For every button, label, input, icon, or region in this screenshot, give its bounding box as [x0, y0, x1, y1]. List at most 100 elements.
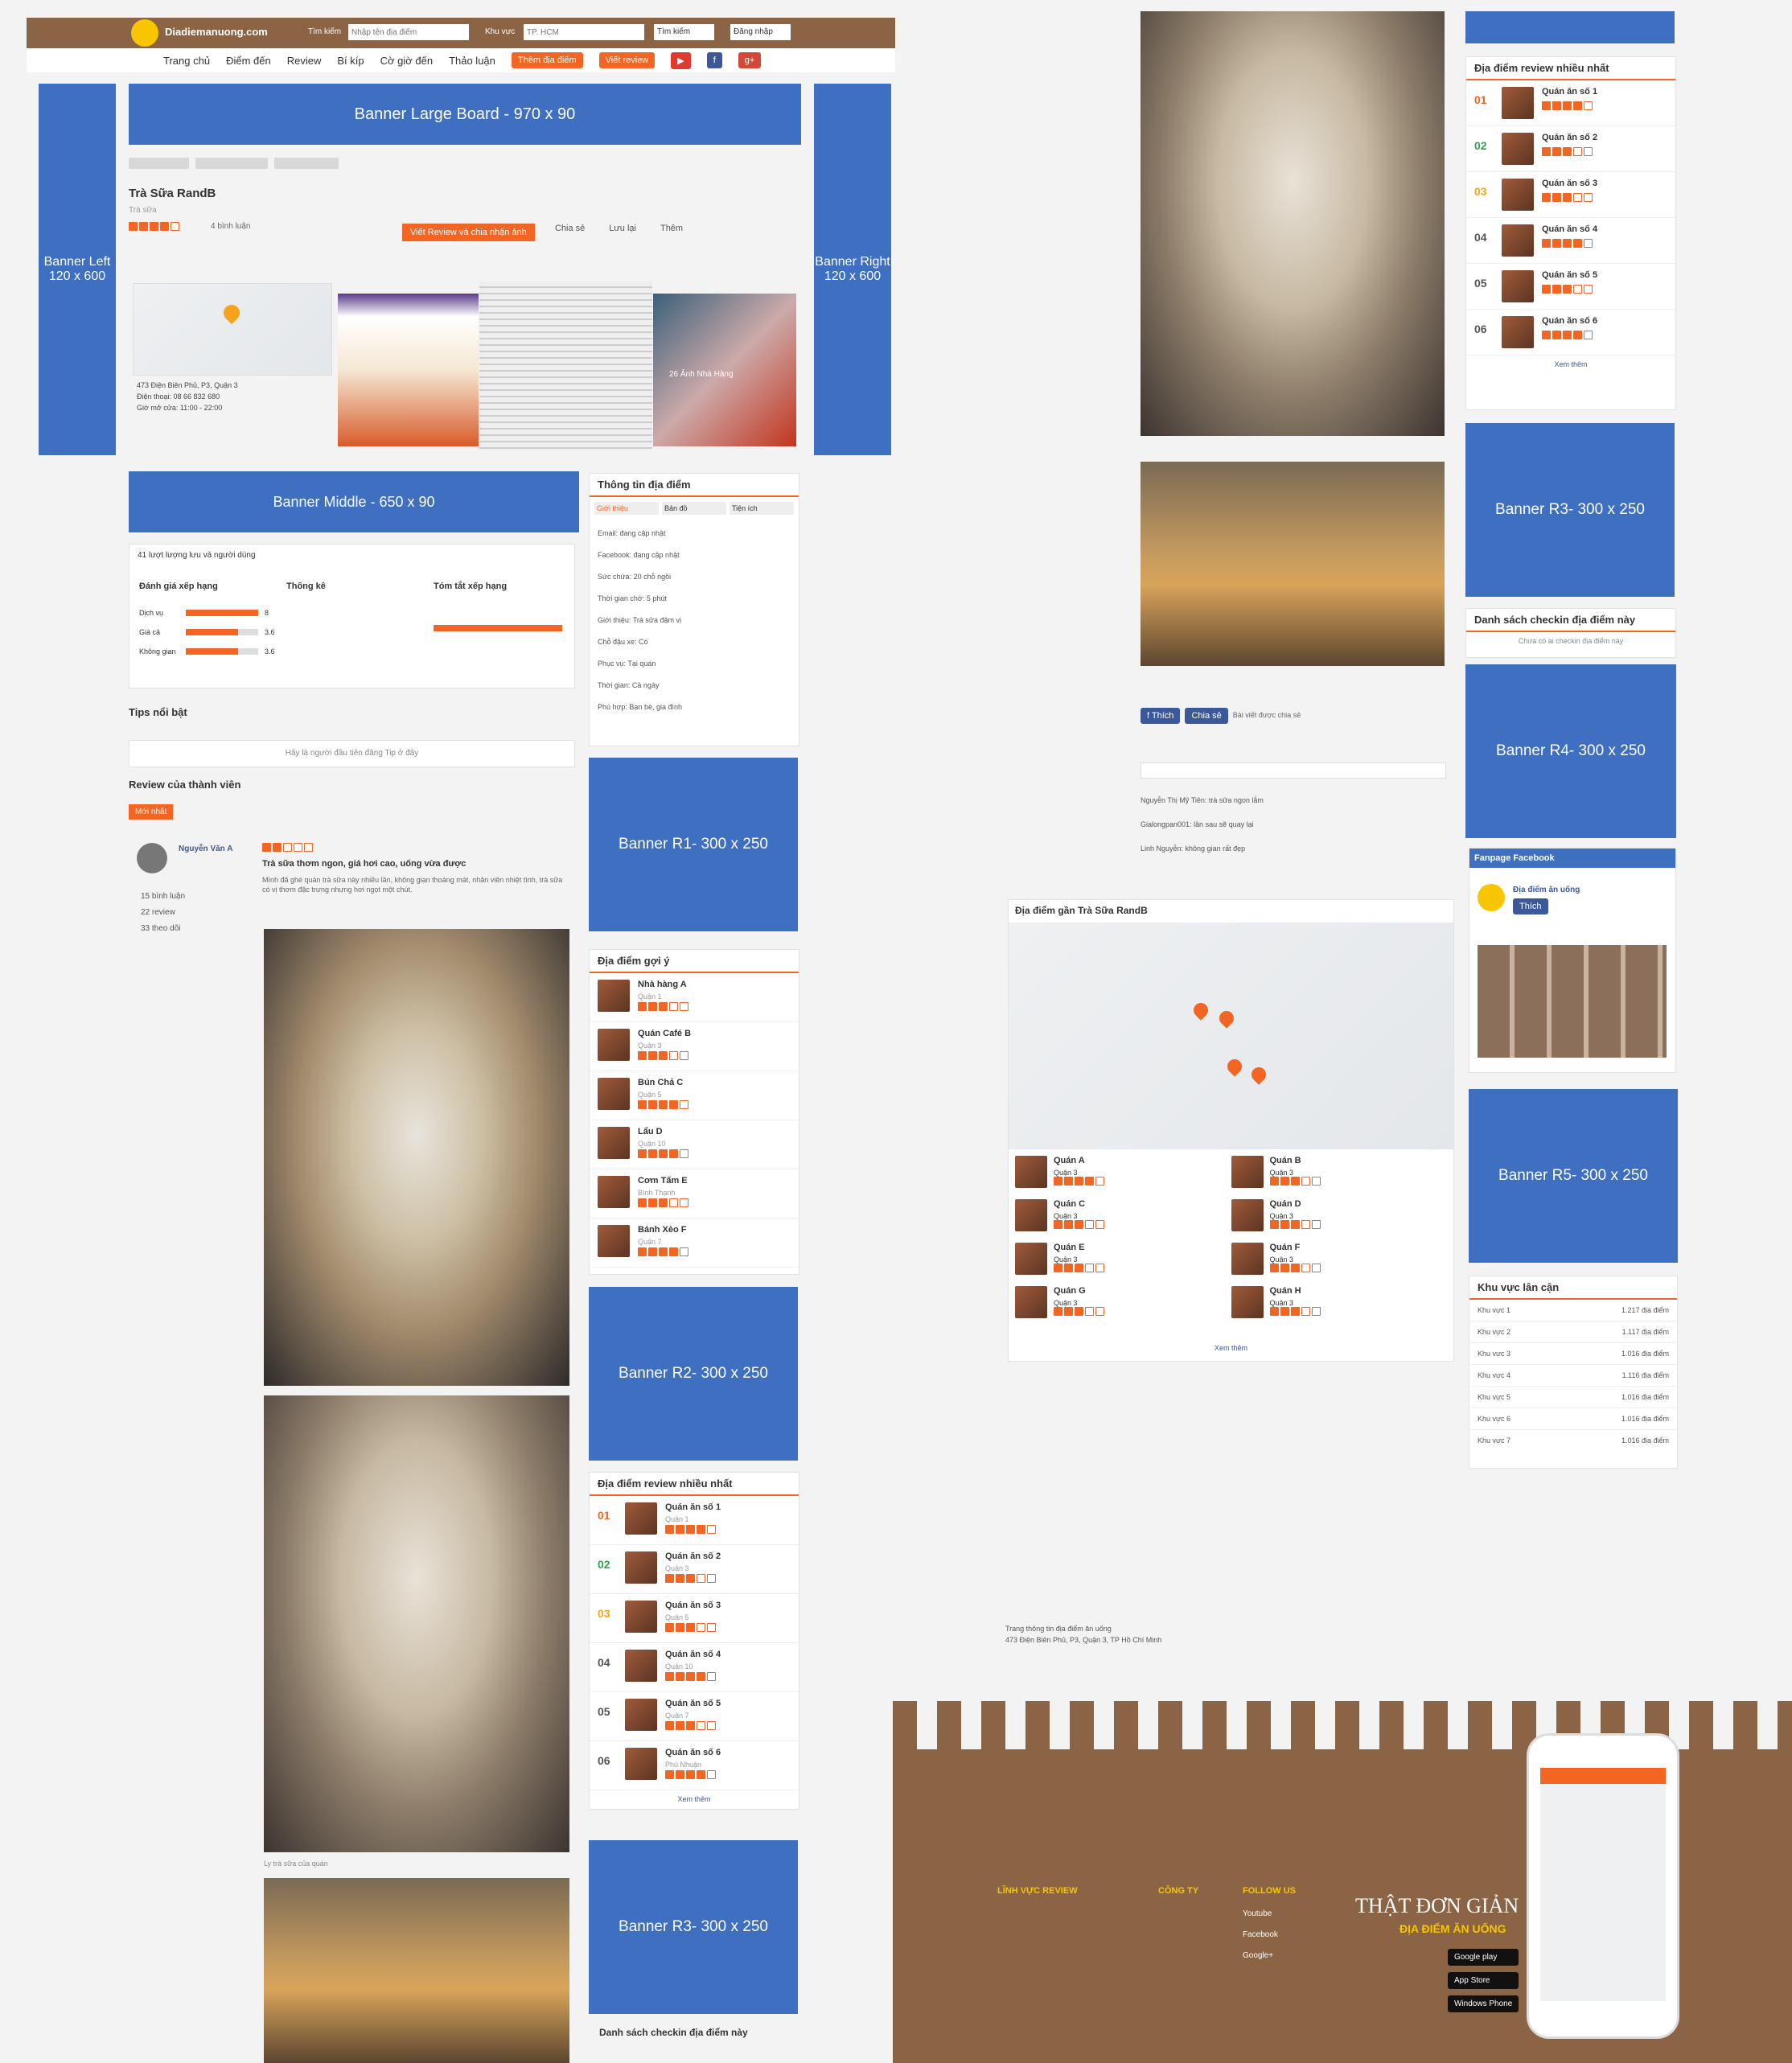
banner-r1[interactable]: Banner R1- 300 x 250: [589, 758, 798, 931]
reviewer-name[interactable]: Nguyễn Văn A: [179, 845, 232, 853]
nav-item-discuss[interactable]: Thảo luận: [449, 55, 495, 67]
see-more-link[interactable]: Xem thêm: [1466, 355, 1675, 373]
youtube-icon[interactable]: ▶: [671, 51, 691, 69]
list-item[interactable]: Khu vực 3 1.016 địa điểm: [1469, 1343, 1677, 1365]
list-item[interactable]: Quán F Quận 3: [1231, 1243, 1448, 1275]
nav-item-tips[interactable]: Bí kíp: [337, 55, 364, 67]
nearby-see-more[interactable]: Xem thêm: [1009, 1344, 1453, 1352]
banner-right[interactable]: Banner Right 120 x 600: [814, 84, 891, 455]
list-item[interactable]: 03 Quán ăn số 3 Quận 5: [590, 1594, 799, 1643]
banner-r3-left[interactable]: Banner R3- 300 x 250: [589, 1840, 798, 2014]
review-tab-newest[interactable]: Mới nhất: [129, 804, 174, 820]
search-button[interactable]: Tìm kiếm: [654, 24, 714, 40]
review-photo-5[interactable]: [1141, 462, 1445, 666]
list-item[interactable]: 05 Quán ăn số 5 Quận 7: [590, 1692, 799, 1741]
tab-intro[interactable]: Giới thiệu: [594, 502, 659, 515]
nav-item-time[interactable]: Cờ giờ đến: [380, 55, 433, 67]
nav-item-destination[interactable]: Điểm đến: [226, 55, 271, 67]
fb-share-button[interactable]: Chia sẻ: [1185, 708, 1228, 724]
list-item[interactable]: Quán G Quận 3: [1015, 1286, 1231, 1318]
list-item[interactable]: 02 Quán ăn số 2: [1466, 126, 1675, 172]
map-pin-icon[interactable]: [1224, 1056, 1245, 1077]
list-item[interactable]: Quán E Quận 3: [1015, 1243, 1231, 1275]
list-item[interactable]: Khu vực 2 1.117 địa điểm: [1469, 1321, 1677, 1343]
review-photo-3[interactable]: [264, 1878, 569, 2063]
logo-text[interactable]: Diadiemanuong.com: [165, 26, 268, 38]
list-item[interactable]: 02 Quán ăn số 2 Quận 3: [590, 1545, 799, 1594]
list-item[interactable]: Khu vực 7 1.016 địa điểm: [1469, 1430, 1677, 1451]
tab-map[interactable]: Bản đồ: [662, 502, 726, 515]
banner-large-board[interactable]: Banner Large Board - 970 x 90: [129, 84, 801, 145]
list-item[interactable]: Quán Café B Quận 3: [590, 1022, 799, 1071]
youtube-link[interactable]: Youtube: [1243, 1904, 1278, 1925]
windows-phone-button[interactable]: Windows Phone: [1448, 1995, 1519, 2012]
list-item[interactable]: Khu vực 4 1.116 địa điểm: [1469, 1365, 1677, 1387]
nav-item-review[interactable]: Review: [287, 55, 322, 67]
map-pin-icon[interactable]: [1216, 1008, 1237, 1029]
place-photo-drinks[interactable]: [338, 294, 479, 446]
review-photo-4[interactable]: [1141, 11, 1445, 436]
banner-r5[interactable]: Banner R5- 300 x 250: [1469, 1089, 1678, 1263]
list-item[interactable]: Quán C Quận 3: [1015, 1199, 1231, 1231]
list-item[interactable]: Nhà hàng A Quận 1: [590, 973, 799, 1022]
search-input[interactable]: [348, 24, 469, 40]
list-item[interactable]: 06 Quán ăn số 6 Phú Nhuận: [590, 1741, 799, 1790]
list-item[interactable]: Quán B Quận 3: [1231, 1156, 1448, 1188]
info-line: Sức chứa: 20 chỗ ngồi: [598, 573, 672, 581]
list-item[interactable]: Cơm Tấm E Bình Thạnh: [590, 1169, 799, 1218]
place-photo-menu[interactable]: [479, 282, 652, 450]
list-item[interactable]: Bún Chả C Quận 5: [590, 1071, 799, 1120]
map-pin-icon[interactable]: [1190, 1000, 1211, 1021]
facebook-icon[interactable]: f: [706, 52, 722, 68]
banner-left[interactable]: Banner Left 120 x 600: [39, 84, 116, 455]
banner-middle[interactable]: Banner Middle - 650 x 90: [129, 471, 579, 532]
review-photo-2[interactable]: [264, 1395, 569, 1852]
google-play-button[interactable]: Google play: [1448, 1949, 1519, 1966]
nearby-map[interactable]: [1009, 923, 1453, 1149]
list-item[interactable]: 04 Quán ăn số 4: [1466, 218, 1675, 264]
banner-r3[interactable]: Banner R3- 300 x 250: [1465, 423, 1675, 597]
list-item[interactable]: Lẩu D Quận 10: [590, 1120, 799, 1169]
banner-top-right[interactable]: [1465, 11, 1675, 43]
see-more-link[interactable]: Xem thêm: [590, 1790, 799, 1808]
review-photo-1[interactable]: [264, 929, 569, 1386]
tab-utilities[interactable]: Tiện ích: [730, 502, 794, 515]
list-item[interactable]: Khu vực 5 1.016 địa điểm: [1469, 1387, 1677, 1408]
write-review-button[interactable]: Viết review: [598, 52, 656, 68]
fanpage-name[interactable]: Địa điểm ăn uống: [1513, 886, 1580, 894]
nav-item-home[interactable]: Trang chủ: [163, 55, 210, 67]
facebook-link[interactable]: Facebook: [1243, 1925, 1278, 1946]
list-item[interactable]: Quán A Quận 3: [1015, 1156, 1231, 1188]
list-item[interactable]: Bánh Xèo F Quận 7: [590, 1218, 799, 1268]
fb-like-button[interactable]: f Thích: [1141, 708, 1181, 724]
banner-r4[interactable]: Banner R4- 300 x 250: [1465, 664, 1676, 838]
googleplus-link[interactable]: Google+: [1243, 1946, 1278, 1966]
fanpage-like-button[interactable]: Thích: [1513, 898, 1548, 914]
banner-r2[interactable]: Banner R2- 300 x 250: [589, 1287, 798, 1461]
googleplus-icon[interactable]: g+: [738, 52, 762, 68]
save-button[interactable]: Lưu lại: [609, 224, 636, 233]
add-place-button[interactable]: Thêm địa điểm: [511, 52, 583, 68]
comment-input[interactable]: [1141, 762, 1446, 779]
share-button[interactable]: Chia sẻ: [555, 224, 585, 233]
more-button[interactable]: Thêm: [660, 224, 683, 233]
list-item[interactable]: Quán D Quận 3: [1231, 1199, 1448, 1231]
list-item[interactable]: Khu vực 6 1.016 địa điểm: [1469, 1408, 1677, 1430]
list-item[interactable]: 01 Quán ăn số 1 Quận 1: [590, 1496, 799, 1545]
place-photo-more[interactable]: 26 Ảnh Nhà Hàng: [653, 294, 796, 446]
list-item[interactable]: Quán H Quận 3: [1231, 1286, 1448, 1318]
area-input[interactable]: [524, 24, 644, 40]
list-item[interactable]: 01 Quán ăn số 1: [1466, 80, 1675, 126]
logo-icon[interactable]: [131, 19, 158, 47]
list-item[interactable]: 05 Quán ăn số 5: [1466, 264, 1675, 310]
app-store-button[interactable]: App Store: [1448, 1972, 1519, 1989]
avatar[interactable]: [137, 843, 167, 873]
write-review-cta[interactable]: Viết Review và chia nhận ảnh: [402, 224, 535, 241]
list-item[interactable]: 03 Quán ăn số 3: [1466, 172, 1675, 218]
login-button[interactable]: Đăng nhập: [730, 24, 791, 40]
list-item[interactable]: Khu vực 1 1.217 địa điểm: [1469, 1300, 1677, 1321]
place-map[interactable]: [133, 283, 332, 376]
list-item[interactable]: 06 Quán ăn số 6: [1466, 310, 1675, 355]
map-pin-icon[interactable]: [1248, 1064, 1269, 1085]
list-item[interactable]: 04 Quán ăn số 4 Quận 10: [590, 1643, 799, 1692]
